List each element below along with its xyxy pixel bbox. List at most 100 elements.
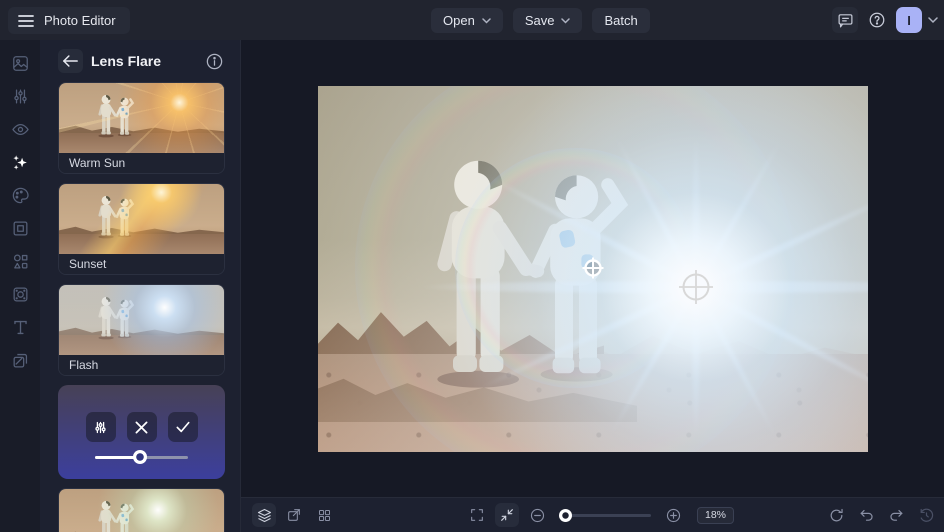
canvas-area[interactable] — [241, 40, 944, 497]
help-button[interactable] — [864, 7, 890, 33]
feedback-button[interactable] — [832, 7, 858, 33]
info-icon — [206, 53, 223, 69]
selected-preset-buttons — [58, 385, 225, 442]
fullscreen-icon — [471, 509, 483, 521]
history-button[interactable] — [914, 503, 938, 527]
zoom-slider-knob[interactable] — [558, 509, 572, 522]
zoom-in-button[interactable] — [661, 503, 685, 527]
preset-thumbnail — [59, 285, 224, 355]
preset-thumbnail — [59, 83, 224, 153]
layers-icon — [257, 508, 271, 522]
paint-tool[interactable] — [7, 183, 33, 207]
preset-partial[interactable] — [58, 488, 225, 532]
preset-thumbnail — [59, 184, 224, 254]
zoom-out-button[interactable] — [525, 503, 549, 527]
redo-icon — [889, 509, 902, 521]
effects-tool[interactable] — [7, 150, 33, 174]
redo-button[interactable] — [884, 503, 908, 527]
tile-view-button[interactable] — [312, 503, 336, 527]
save-button[interactable]: Save — [512, 8, 583, 33]
fit-screen-button[interactable] — [495, 503, 519, 527]
open-button[interactable]: Open — [431, 8, 503, 33]
shapes-icon — [13, 254, 27, 268]
layers-button[interactable] — [252, 503, 276, 527]
zoom-slider[interactable] — [558, 503, 651, 527]
undo-button[interactable] — [854, 503, 878, 527]
zoom-controls-group: 18% — [465, 503, 734, 527]
hamburger-icon — [18, 14, 34, 28]
slider-knob[interactable] — [132, 450, 147, 464]
app-title: Photo Editor — [44, 13, 116, 28]
retouch-tool[interactable] — [7, 117, 33, 141]
batch-button[interactable]: Batch — [592, 8, 650, 33]
adjustments-tool[interactable] — [7, 84, 33, 108]
photo-library-tool[interactable] — [7, 51, 33, 75]
panel-header: Lens Flare — [40, 40, 240, 82]
header-right-cluster: I — [832, 7, 938, 33]
apply-preset-button[interactable] — [167, 412, 198, 442]
grid-icon — [318, 509, 330, 521]
back-button[interactable] — [58, 49, 83, 73]
history-controls-group — [824, 503, 938, 527]
sparkles-icon — [12, 154, 27, 170]
text-tool[interactable] — [7, 315, 33, 339]
chevron-down-icon — [482, 17, 491, 24]
account-chevron-down-icon[interactable] — [928, 16, 938, 24]
frame-tool[interactable] — [7, 216, 33, 240]
preset-label: Flash — [59, 355, 224, 375]
minus-circle-icon — [530, 508, 544, 522]
filters-tool[interactable] — [7, 282, 33, 306]
cancel-preset-button[interactable] — [126, 412, 157, 442]
fullscreen-button[interactable] — [465, 503, 489, 527]
arrow-left-icon — [63, 55, 78, 67]
bottom-toolbar: 18% — [241, 497, 944, 532]
view-options-group — [252, 503, 336, 527]
file-actions: Open Save Batch — [431, 8, 650, 33]
avatar-initial: I — [907, 12, 911, 28]
collapse-icon — [501, 509, 513, 521]
image-icon — [12, 55, 28, 71]
photo-editor-app: Photo Editor Open Save Batch I Lens Flar… — [0, 0, 944, 532]
selected-preset-controls — [58, 385, 225, 479]
preset-warm-sun[interactable]: Warm Sun — [58, 82, 225, 174]
history-clock-icon — [920, 508, 933, 522]
info-button[interactable] — [205, 51, 225, 71]
preset-label: Warm Sun — [59, 153, 224, 173]
reset-button[interactable] — [824, 503, 848, 527]
preset-flash[interactable]: Flash — [58, 284, 225, 376]
preview-button[interactable] — [282, 503, 306, 527]
preset-settings-button[interactable] — [85, 412, 116, 442]
chevron-down-icon — [561, 17, 571, 24]
eye-icon — [11, 123, 29, 135]
elements-tool[interactable] — [7, 249, 33, 273]
frame-icon — [13, 221, 27, 235]
text-icon — [13, 320, 27, 334]
sliders-icon — [13, 89, 27, 103]
flare-handle-secondary[interactable] — [581, 256, 605, 280]
undo-icon — [860, 509, 873, 521]
preset-list: Warm Sun Sunset Flash — [58, 82, 225, 532]
preset-intensity-slider[interactable] — [95, 449, 188, 465]
user-avatar-button[interactable]: I — [896, 7, 922, 33]
lens-flare-panel: Lens Flare Warm Sun Sunset Flash — [40, 40, 241, 532]
canvas-image[interactable] — [318, 86, 868, 452]
zoom-slider-track[interactable] — [559, 514, 651, 517]
preset-thumbnail — [59, 489, 224, 532]
palette-icon — [12, 187, 29, 203]
check-icon — [175, 421, 190, 433]
close-icon — [135, 421, 148, 433]
layers-duplicate-icon — [13, 353, 27, 367]
top-bar: Photo Editor Open Save Batch I — [0, 0, 944, 40]
texture-icon — [13, 287, 27, 301]
preset-label: Sunset — [59, 254, 224, 274]
help-icon — [869, 12, 885, 28]
panel-title: Lens Flare — [91, 53, 162, 69]
flare-handle-primary[interactable] — [676, 267, 716, 307]
arrange-tool[interactable] — [7, 348, 33, 372]
main-menu-button[interactable]: Photo Editor — [8, 7, 130, 34]
comment-icon — [838, 13, 852, 27]
preset-sunset[interactable]: Sunset — [58, 183, 225, 275]
zoom-percent-field[interactable]: 18% — [697, 506, 734, 524]
refresh-icon — [830, 508, 843, 521]
sliders-icon — [95, 421, 106, 433]
